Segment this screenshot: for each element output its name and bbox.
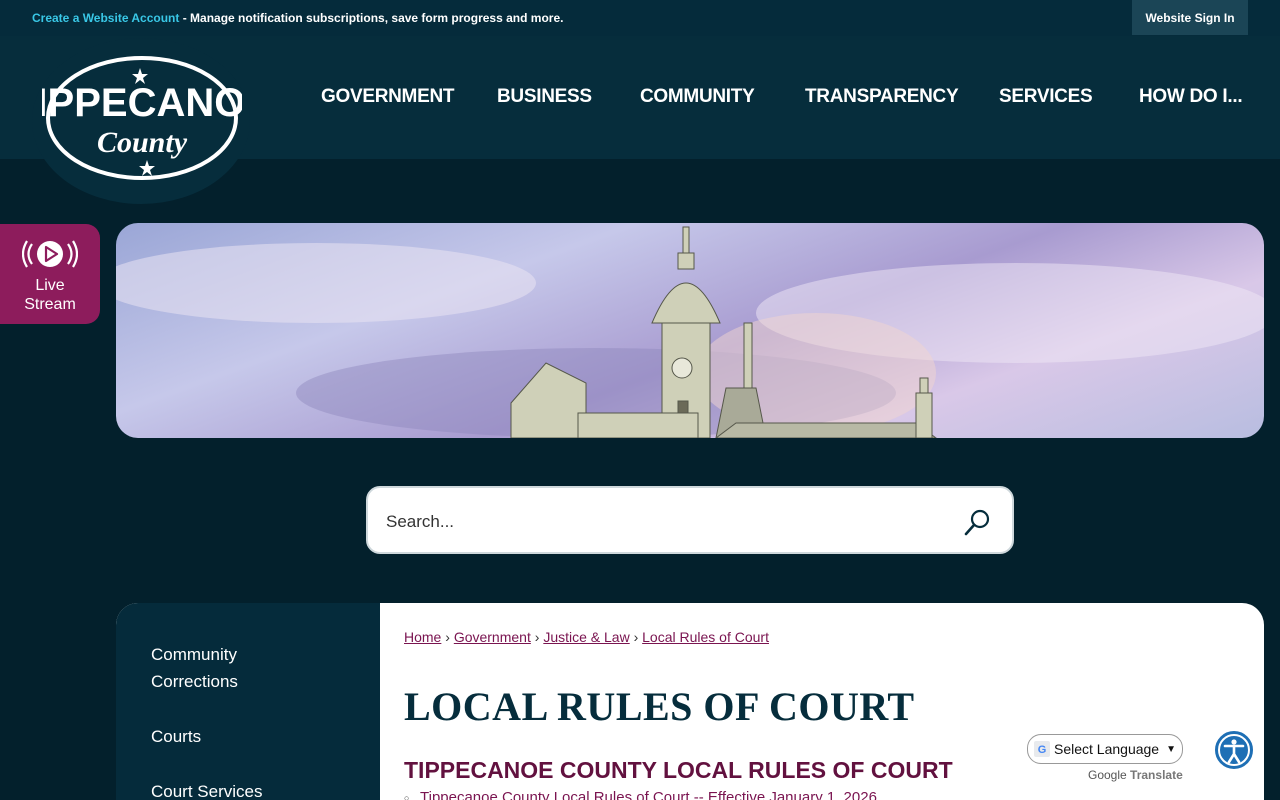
search-button[interactable] bbox=[962, 506, 994, 538]
svg-text:G: G bbox=[1038, 744, 1047, 756]
live-stream-label: Live Stream bbox=[0, 276, 100, 314]
nav-services[interactable]: SERVICES bbox=[999, 86, 1093, 108]
live-stream-label-line2: Stream bbox=[24, 296, 76, 313]
nav-transparency[interactable]: TRANSPARENCY bbox=[805, 86, 959, 108]
breadcrumb-government[interactable]: Government bbox=[454, 629, 531, 645]
site-search-box bbox=[366, 486, 1014, 554]
language-select-label: Select Language bbox=[1054, 741, 1160, 757]
sidebar-item-court-services[interactable]: Court Services bbox=[151, 778, 262, 800]
sidebar-item-community-corrections[interactable]: Community Corrections bbox=[151, 641, 238, 695]
breadcrumb-home[interactable]: Home bbox=[404, 629, 441, 645]
logo-link[interactable]: TIPPECANOE County bbox=[32, 38, 250, 204]
nav-community[interactable]: COMMUNITY bbox=[640, 86, 755, 108]
breadcrumb-separator: › bbox=[633, 629, 639, 645]
google-brand-text: Google bbox=[1088, 768, 1127, 782]
page-title: LOCAL RULES OF COURT bbox=[404, 684, 915, 729]
section-heading: TIPPECANOE COUNTY LOCAL RULES OF COURT bbox=[404, 757, 953, 783]
top-utility-bar: Create a Website Account - Manage notifi… bbox=[0, 0, 1280, 36]
county-logo: TIPPECANOE County bbox=[42, 56, 242, 180]
courthouse-illustration bbox=[116, 226, 1264, 438]
accessibility-person-icon bbox=[1218, 734, 1250, 766]
google-translate-credit: Google Translate bbox=[1088, 768, 1183, 782]
nav-government[interactable]: GOVERNMENT bbox=[321, 86, 454, 108]
sidebar-item-courts[interactable]: Courts bbox=[151, 723, 201, 750]
section-sidebar: Community Corrections Courts Court Servi… bbox=[116, 603, 380, 800]
language-select[interactable]: G Select Language ▼ bbox=[1027, 734, 1183, 764]
sidebar-item-label-line1: Community bbox=[151, 645, 237, 664]
account-message: Create a Website Account - Manage notifi… bbox=[32, 11, 563, 25]
logo-subtitle: County bbox=[97, 126, 188, 159]
hero-banner-image bbox=[116, 223, 1264, 438]
accessibility-button[interactable] bbox=[1213, 729, 1255, 771]
chevron-down-icon: ▼ bbox=[1166, 743, 1176, 755]
account-message-text: - Manage notification subscriptions, sav… bbox=[179, 11, 564, 25]
create-account-link[interactable]: Create a Website Account bbox=[32, 11, 179, 25]
broadcast-play-icon bbox=[22, 240, 78, 268]
logo-star-bottom bbox=[139, 160, 155, 176]
google-g-icon: G bbox=[1034, 741, 1050, 757]
document-link[interactable]: Tippecanoe County Local Rules of Court -… bbox=[404, 789, 877, 800]
search-input[interactable] bbox=[386, 506, 946, 538]
nav-business[interactable]: BUSINESS bbox=[497, 86, 592, 108]
translate-brand-text: Translate bbox=[1130, 768, 1183, 782]
website-sign-in-button[interactable]: Website Sign In bbox=[1132, 0, 1248, 35]
live-stream-label-line1: Live bbox=[35, 277, 65, 294]
live-stream-button[interactable]: Live Stream bbox=[0, 224, 100, 324]
logo-title: TIPPECANOE bbox=[42, 81, 242, 125]
breadcrumb-separator: › bbox=[445, 629, 450, 645]
breadcrumb-separator: › bbox=[534, 629, 540, 645]
breadcrumb-justice-law[interactable]: Justice & Law bbox=[543, 629, 629, 645]
breadcrumb: Home › Government › Justice & Law › Loca… bbox=[404, 629, 769, 645]
breadcrumb-local-rules[interactable]: Local Rules of Court bbox=[642, 629, 769, 645]
sidebar-item-label-line2: Corrections bbox=[151, 672, 238, 691]
magnifier-icon bbox=[964, 509, 990, 536]
nav-how-do-i[interactable]: HOW DO I... bbox=[1139, 86, 1243, 108]
